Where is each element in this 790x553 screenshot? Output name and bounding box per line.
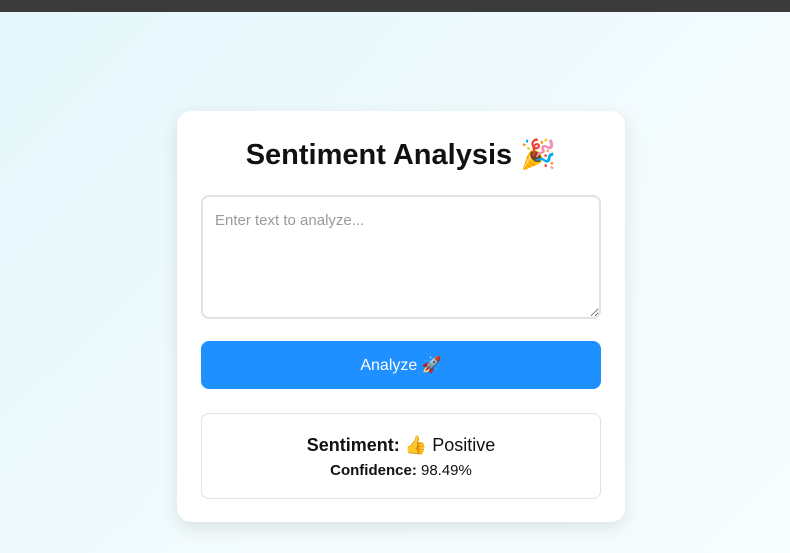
confidence-line: Confidence: 98.49% [202,461,600,481]
page-title-text: Sentiment Analysis [245,139,513,171]
sentiment-value: Positive [432,435,496,455]
result-panel: Sentiment: 👍 Positive Confidence: 98.49% [201,413,601,499]
text-input[interactable] [201,195,601,319]
browser-top-bar [0,0,790,12]
confidence-label: Confidence: [330,462,417,479]
sentiment-label: Sentiment: [306,435,400,455]
thumbs-up-icon: 👍 [404,435,428,455]
sentiment-line: Sentiment: 👍 Positive [202,433,600,457]
sentiment-card: Sentiment Analysis 🎉 Analyze 🚀 Sentiment… [177,111,625,522]
party-popper-icon: 🎉 [520,139,557,171]
page-title: Sentiment Analysis 🎉 [177,137,625,173]
rocket-icon: 🚀 [421,357,442,374]
confidence-value: 98.49% [420,462,472,479]
analyze-button[interactable]: Analyze 🚀 [201,341,601,389]
analyze-button-label: Analyze [360,357,418,374]
